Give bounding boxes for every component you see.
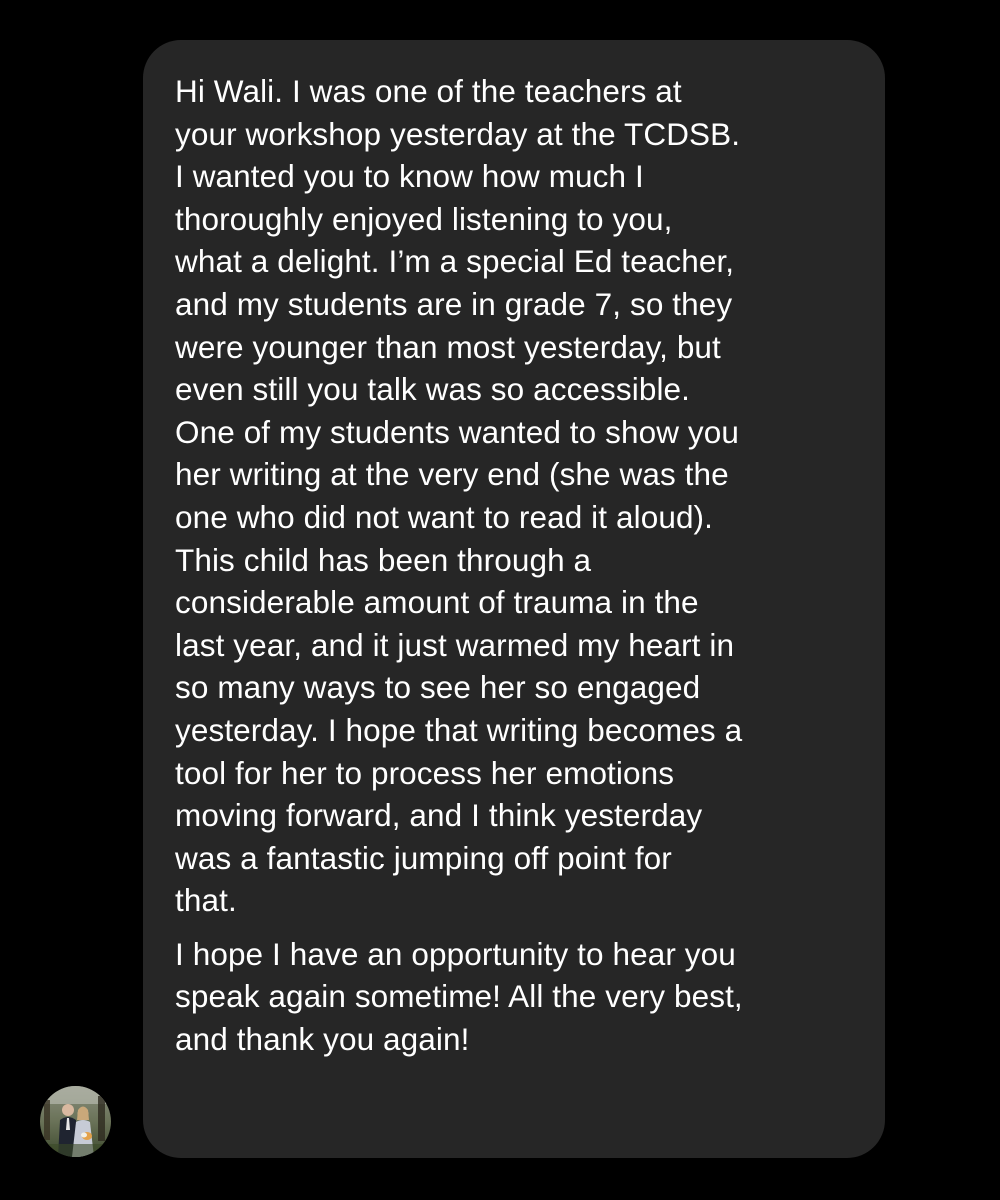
message-line: what a delight. I’m a special Ed teacher… xyxy=(175,243,735,280)
message-line: I wanted you to know how much I xyxy=(175,158,644,195)
message-line: moving forward, and I think yesterday xyxy=(175,797,703,834)
message-line: speak again sometime! All the very best, xyxy=(175,978,743,1015)
message-line: thoroughly enjoyed listening to you, xyxy=(175,200,673,237)
message-line: yesterday. I hope that writing becomes a xyxy=(175,711,743,748)
message-line: was a fantastic jumping off point for xyxy=(175,839,672,876)
message-line: and thank you again! xyxy=(175,1021,470,1058)
message-line: and my students are in grade 7, so they xyxy=(175,285,733,322)
message-line: Hi Wali. I was one of the teachers at xyxy=(175,73,682,109)
sender-avatar[interactable] xyxy=(40,1086,111,1157)
message-line: considerable amount of trauma in the xyxy=(175,584,699,621)
message-line: your workshop yesterday at the TCDSB. xyxy=(175,115,741,152)
message-line: even still you talk was so accessible. xyxy=(175,371,691,408)
message-line: I hope I have an opportunity to hear you xyxy=(175,935,736,972)
message-line: her writing at the very end (she was the xyxy=(175,456,729,493)
message-paragraph-2: I hope I have an opportunity to hear you… xyxy=(175,933,865,1061)
message-line: tool for her to process her emotions xyxy=(175,754,675,791)
profile-photo-icon xyxy=(40,1086,111,1157)
message-paragraph-1: Hi Wali. I was one of the teachers at yo… xyxy=(175,70,865,922)
message-line: were younger than most yesterday, but xyxy=(175,328,721,365)
message-bubble[interactable]: Hi Wali. I was one of the teachers at yo… xyxy=(143,40,885,1158)
message-line: so many ways to see her so engaged xyxy=(175,669,701,706)
message-line: One of my students wanted to show you xyxy=(175,413,740,450)
message-line: This child has been through a xyxy=(175,541,592,578)
chat-thread: Hi Wali. I was one of the teachers at yo… xyxy=(0,0,1000,1200)
message-line: one who did not want to read it aloud). xyxy=(175,498,713,535)
message-line: that. xyxy=(175,882,237,919)
message-line: last year, and it just warmed my heart i… xyxy=(175,626,735,663)
